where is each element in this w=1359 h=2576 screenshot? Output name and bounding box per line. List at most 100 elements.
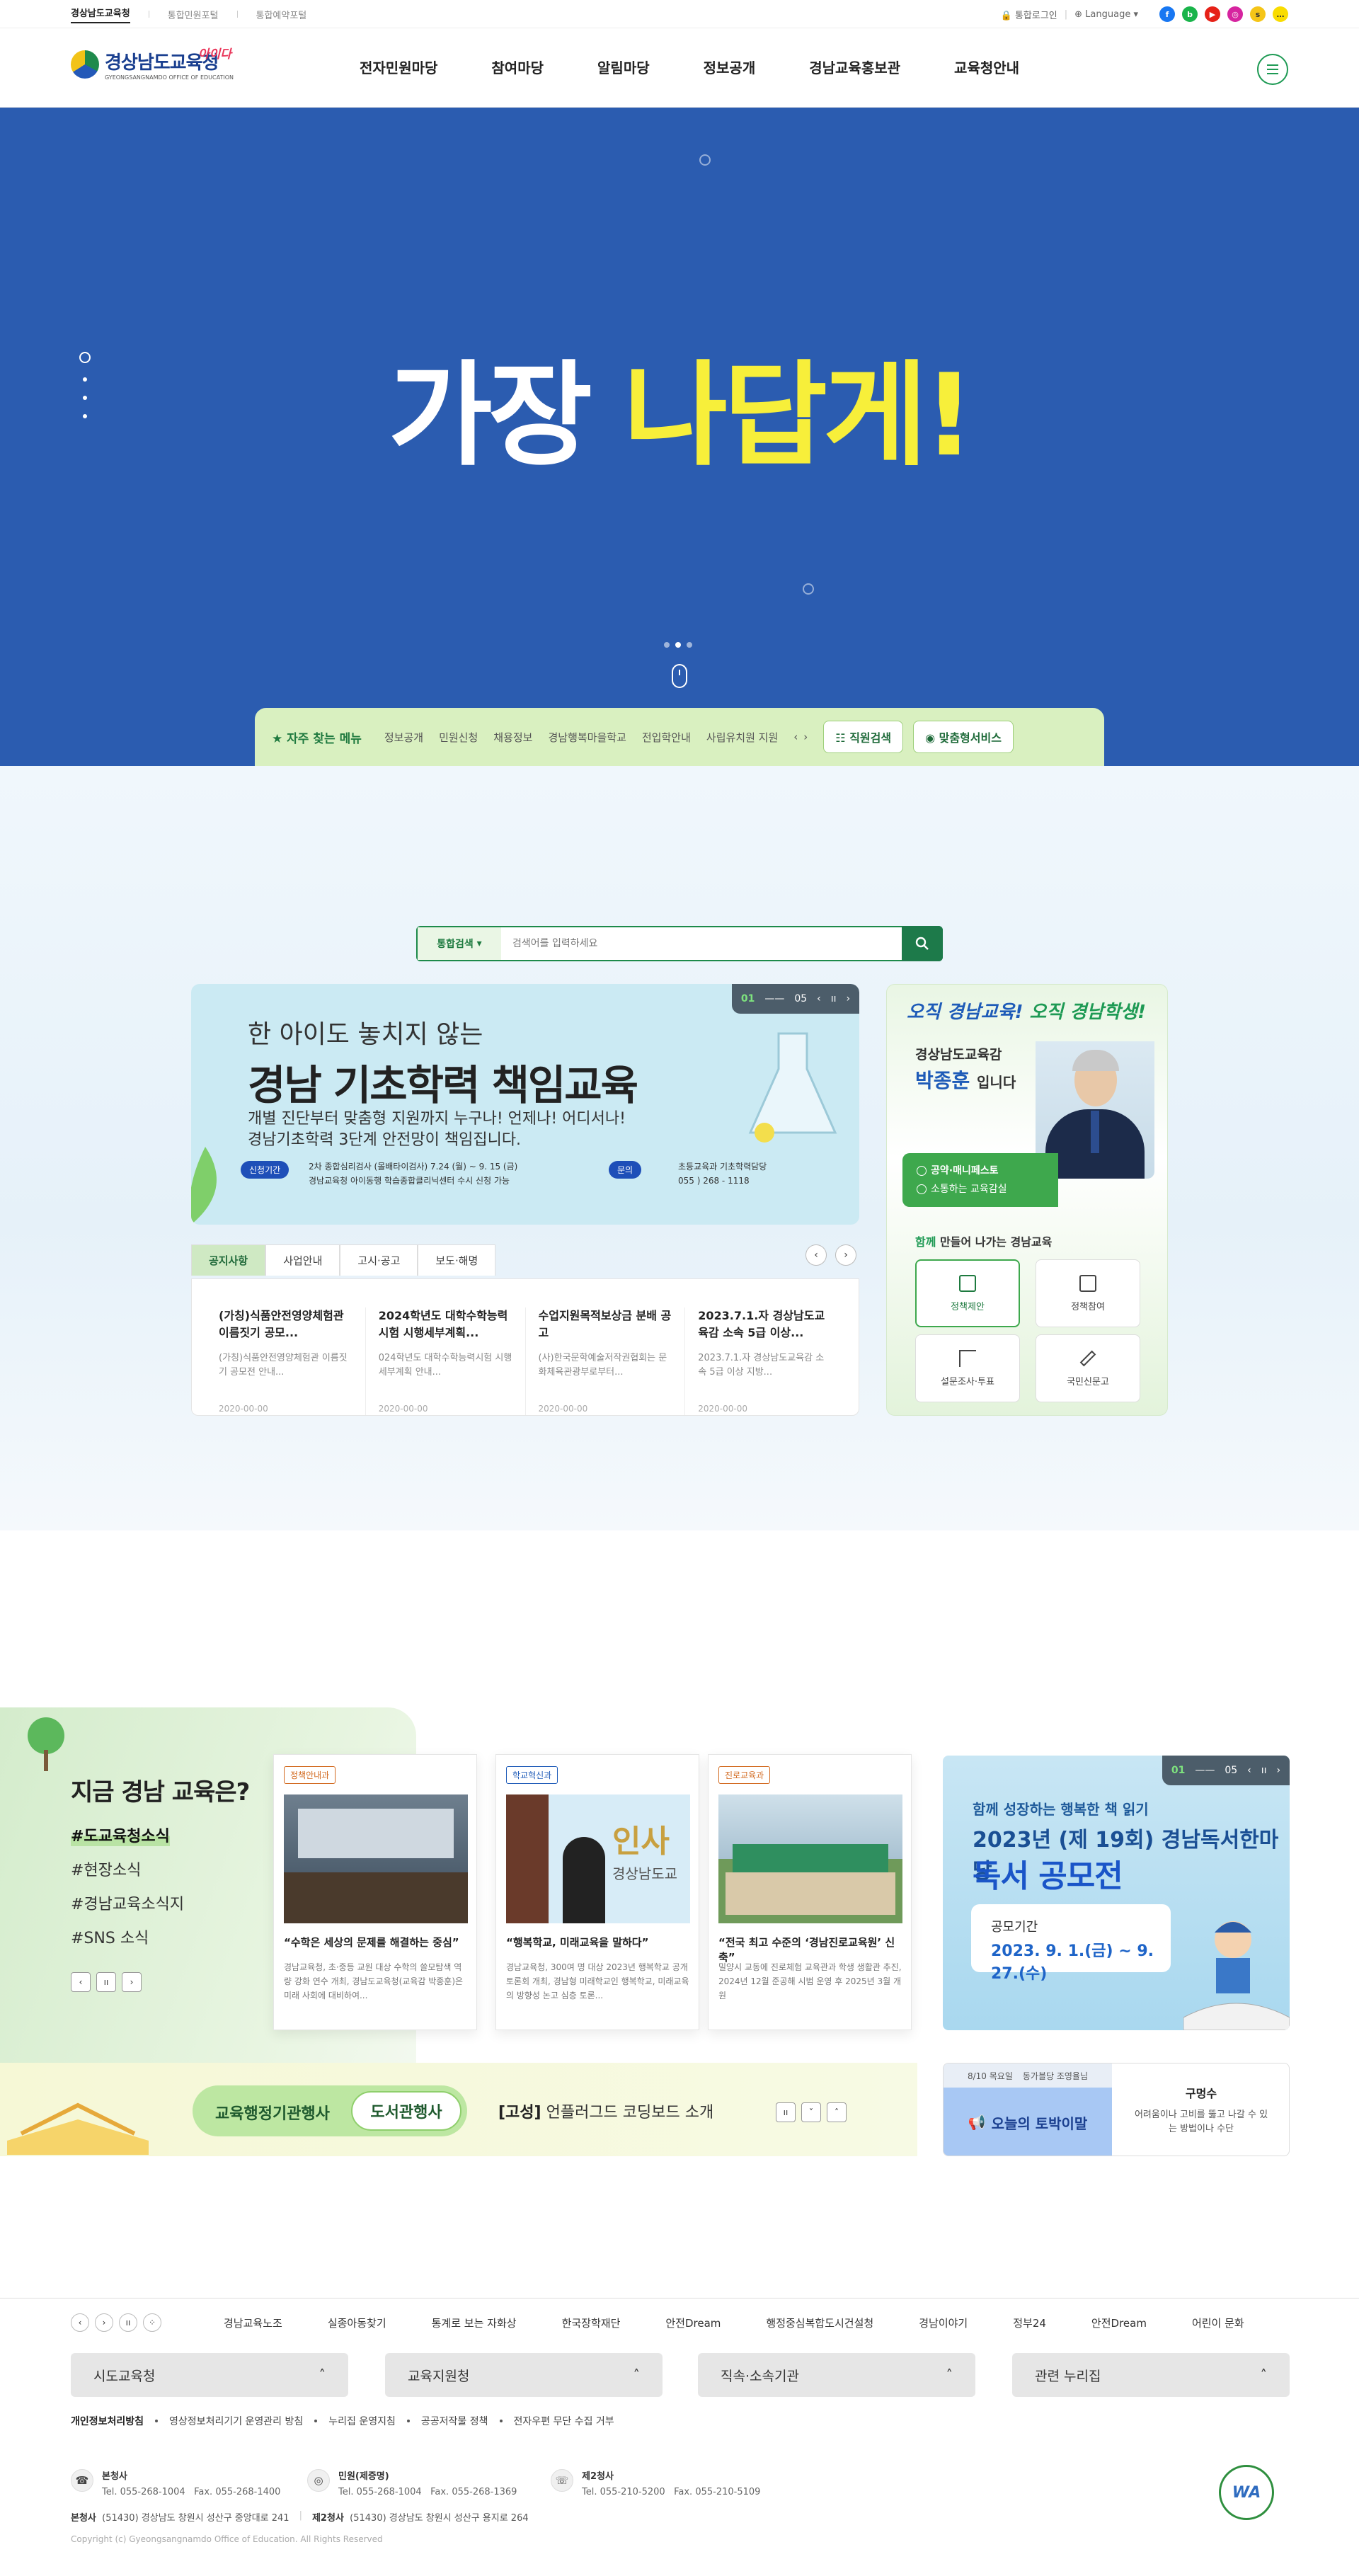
up-button[interactable]: ˄ — [827, 2102, 847, 2122]
policy-proposal-button[interactable]: 정책제안 — [915, 1259, 1020, 1327]
prev-button[interactable]: ‹ — [71, 2313, 89, 2332]
search-button[interactable] — [902, 926, 943, 961]
hamburger-menu-button[interactable] — [1257, 54, 1288, 85]
tab-notice[interactable]: 공지사항 — [191, 1244, 266, 1276]
tab-business[interactable]: 사업안내 — [265, 1244, 340, 1276]
select-provincial-office[interactable]: 시도교육청 ˄ — [71, 2353, 348, 2397]
related-site-link[interactable]: 실종아동찾기 — [328, 2315, 386, 2330]
youtube-icon[interactable]: ▶ — [1205, 6, 1220, 22]
news-card[interactable]: 정책안내과 “수학은 세상의 문제를 해결하는 중심” 경남교육청, 초·중등 … — [273, 1754, 477, 2030]
quick-item[interactable]: 채용정보 — [493, 730, 532, 745]
next-button[interactable]: › — [95, 2313, 113, 2332]
nav-item-notice[interactable]: 알림마당 — [597, 57, 650, 77]
kakaotalk-icon[interactable]: … — [1273, 6, 1288, 22]
related-site-link[interactable]: 안전Dream — [665, 2315, 721, 2330]
list-item[interactable]: 수업지원목적보상금 분배 공고 (사)한국문학예술저작권협회는 문화체육관광부로… — [524, 1307, 685, 1415]
tab-press[interactable]: 보도·해명 — [418, 1244, 496, 1276]
custom-service-button[interactable]: ◉ 맞춤형서비스 — [913, 721, 1014, 753]
related-site-link[interactable]: 통계로 보는 자화상 — [432, 2315, 517, 2330]
tag-office-news[interactable]: #도교육청소식 — [71, 1824, 170, 1846]
quick-item[interactable]: 사립유치원 지원 — [706, 730, 778, 745]
hero-pager[interactable] — [664, 642, 692, 648]
login-link[interactable]: 🔒 통합로그인 — [1001, 8, 1057, 21]
related-site-link[interactable]: 정부24 — [1013, 2315, 1046, 2330]
pause-button[interactable]: ıı — [96, 1972, 116, 1992]
word-of-the-day[interactable]: 8/10 목요일 동가블당 조영율님 📢 오늘의 토박이말 구멍수 어려움이나 고… — [943, 2063, 1290, 2156]
tab-announcement[interactable]: 고시·공고 — [340, 1244, 418, 1276]
pledge-box[interactable]: 공약·매니페스토 소통하는 교육감실 — [902, 1153, 1058, 1207]
related-site-link[interactable]: 안전Dream — [1091, 2315, 1147, 2330]
petition-button[interactable]: 국민신문고 — [1036, 1334, 1140, 1402]
nav-item-disclosure[interactable]: 정보공개 — [704, 57, 756, 77]
tag-field-news[interactable]: #현장소식 — [71, 1857, 141, 1880]
list-item[interactable]: 2024학년도 대학수학능력시험 시행세부계획... 024학년도 대학수학능력… — [365, 1307, 525, 1415]
site-guide-link[interactable]: 누리집 운영지침 — [328, 2414, 396, 2428]
privacy-policy-link[interactable]: 개인정보처리방침 — [71, 2414, 144, 2428]
tag-newsletter[interactable]: #경남교육소식지 — [71, 1891, 184, 1914]
list-item[interactable]: (가칭)식품안전영양체험관 이름짓기 공모... (가칭)식품안전영양체험관 이… — [206, 1307, 365, 1415]
main-banner-slider[interactable]: 01 —— 05 ‹ ıı › 한 아이도 놓치지 않는 경남 기초학력 책임교… — [191, 984, 859, 1225]
site-link-reserve[interactable]: 통합예약포털 — [256, 8, 307, 21]
staff-search-button[interactable]: ☷ 직원검색 — [823, 721, 904, 753]
policy-participation-button[interactable]: 정책참여 — [1036, 1259, 1140, 1327]
contact-fax: Fax. 055-210-5109 — [674, 2487, 761, 2497]
card-image — [718, 1794, 902, 1923]
quick-item[interactable]: 경남행복마을학교 — [548, 730, 626, 745]
nav-item-participation[interactable]: 참여마당 — [491, 57, 544, 77]
facebook-icon[interactable]: f — [1159, 6, 1175, 22]
pause-button[interactable]: ıı — [119, 2313, 137, 2332]
kakaostory-icon[interactable]: s — [1250, 6, 1266, 22]
prev-icon[interactable]: ‹ — [817, 993, 821, 1004]
news-card[interactable]: 학교혁신과 인사 경상남도교 “행복학교, 미래교육을 말하다” 경남교육청, … — [495, 1754, 699, 2030]
nav-item-about[interactable]: 교육청안내 — [954, 57, 1019, 77]
site-logo[interactable]: 경상남도교육청 GYEONGSANGNAMDO OFFICE OF EDUCAT… — [71, 47, 234, 81]
search-scope-select[interactable]: 통합검색 ▾ — [418, 927, 501, 960]
grid-view-button[interactable]: ⁘ — [143, 2313, 161, 2332]
nav-item-pr[interactable]: 경남교육홍보관 — [809, 57, 900, 77]
related-site-link[interactable]: 경남이야기 — [919, 2315, 968, 2330]
pause-button[interactable]: ıı — [776, 2102, 796, 2122]
events-chip[interactable]: 도서관행사 — [351, 2091, 461, 2131]
quick-prev-icon[interactable]: ‹ — [793, 731, 798, 743]
quick-item[interactable]: 전입학안내 — [642, 730, 691, 745]
down-button[interactable]: ˅ — [801, 2102, 821, 2122]
news-next-button[interactable]: › — [835, 1244, 856, 1266]
related-site-link[interactable]: 경남교육노조 — [224, 2315, 282, 2330]
pause-icon[interactable]: ıı — [1261, 1765, 1267, 1776]
pause-icon[interactable]: ıı — [831, 993, 837, 1004]
email-refusal-link[interactable]: 전자우편 무단 수집 거부 — [514, 2414, 614, 2428]
select-affiliated-org[interactable]: 직속·소속기관 ˄ — [698, 2353, 975, 2397]
site-link-main[interactable]: 경상남도교육청 — [71, 6, 130, 23]
select-related-sites[interactable]: 관련 누리집 ˄ — [1012, 2353, 1290, 2397]
prev-button[interactable]: ‹ — [71, 1972, 91, 1992]
instagram-icon[interactable]: ◎ — [1227, 6, 1243, 22]
cctv-policy-link[interactable]: 영상정보처리기기 운영관리 방침 — [169, 2414, 303, 2428]
select-district-office[interactable]: 교육지원청 ˄ — [385, 2353, 663, 2397]
banner-line3: 개별 진단부터 맞춤형 지원까지 누구나! 언제나! 어디서나! 경남기초학력 … — [248, 1110, 626, 1149]
next-icon[interactable]: › — [847, 993, 851, 1004]
card-desc: 경남교육청, 초·중등 교원 대상 수학의 쓸모탐색 역량 강화 연수 개최, … — [284, 1962, 464, 2000]
nav-item-civil[interactable]: 전자민원마당 — [360, 57, 437, 77]
search-input[interactable] — [501, 938, 902, 949]
next-button[interactable]: › — [122, 1972, 142, 1992]
related-site-link[interactable]: 어린이 문화 — [1192, 2315, 1244, 2330]
related-site-link[interactable]: 한국장학재단 — [562, 2315, 621, 2330]
prev-icon[interactable]: ‹ — [1247, 1765, 1251, 1776]
next-icon[interactable]: › — [1277, 1765, 1281, 1776]
related-site-link[interactable]: 행정중심복합도시건설청 — [766, 2315, 873, 2330]
list-item[interactable]: 2023.7.1.자 경상남도교육감 소속 5급 이상... 2023.7.1.… — [684, 1307, 844, 1415]
site-link-civil[interactable]: 통합민원포털 — [168, 8, 219, 21]
word-button[interactable]: 📢 오늘의 토박이말 — [944, 2088, 1112, 2156]
survey-vote-button[interactable]: 설문조사·투표 — [915, 1334, 1020, 1402]
quick-item[interactable]: 민원신청 — [439, 730, 478, 745]
copyright-policy-link[interactable]: 공공저작물 정책 — [421, 2414, 488, 2428]
quick-item[interactable]: 정보공개 — [384, 730, 423, 745]
news-prev-button[interactable]: ‹ — [805, 1244, 827, 1266]
blog-icon[interactable]: b — [1182, 6, 1198, 22]
reading-contest-banner[interactable]: 01 —— 05 ‹ ıı › 함께 성장하는 행복한 책 읽기 2023년 (… — [943, 1756, 1290, 2030]
news-card[interactable]: 진로교육과 “전국 최고 수준의 ‘경남진로교육원’ 신축” 밀양시 교동에 진… — [708, 1754, 912, 2030]
quick-next-icon[interactable]: › — [803, 731, 808, 743]
language-select[interactable]: ⊕ Language ▾ — [1074, 9, 1138, 20]
tag-sns[interactable]: #SNS 소식 — [71, 1925, 149, 1948]
events-text[interactable]: [고성] 언플러그드 코딩보드 소개 — [498, 2100, 713, 2122]
